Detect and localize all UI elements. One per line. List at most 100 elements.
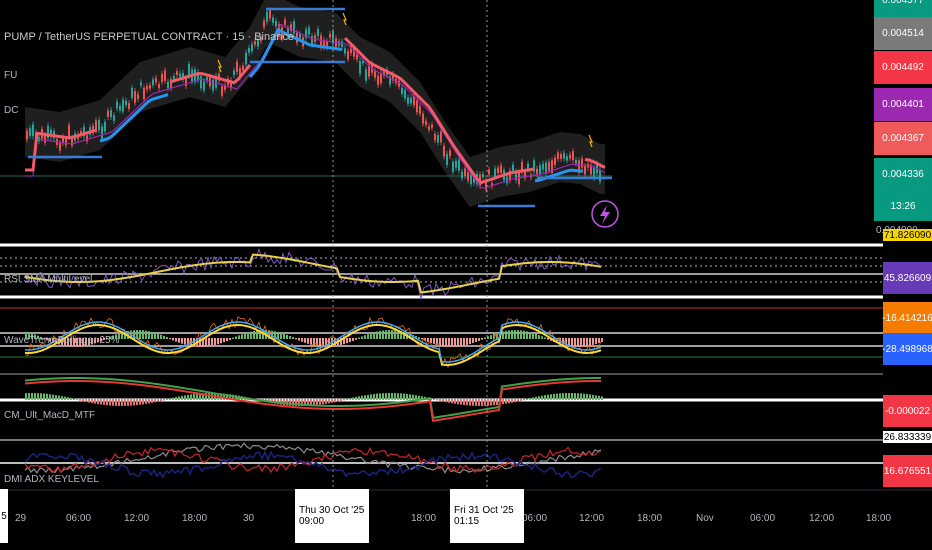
macd-histogram-bar <box>184 395 186 400</box>
macd-histogram-bar <box>520 399 522 401</box>
candle <box>452 161 454 172</box>
time-axis-label: Nov <box>696 513 714 524</box>
candle <box>416 100 418 113</box>
macd-histogram-bar <box>358 396 360 400</box>
macd-histogram-bar <box>544 395 546 400</box>
macd-histogram-bar <box>91 399 93 404</box>
candle <box>140 82 142 86</box>
wt-histogram-bar <box>166 337 168 339</box>
chart-canvas[interactable]: PUMP / TetherUS PERPETUAL CONTRACT · 15 … <box>0 0 932 550</box>
macd-histogram-bar <box>322 399 324 405</box>
candle <box>245 52 247 65</box>
macd-histogram-bar <box>433 398 435 400</box>
candle <box>200 76 202 89</box>
macd-histogram-bar <box>181 395 183 400</box>
wavetrend-pane[interactable] <box>0 307 883 369</box>
candle <box>308 27 310 35</box>
dmi-pane[interactable] <box>0 439 883 479</box>
wt-histogram-bar <box>382 330 384 339</box>
lightning-icon[interactable] <box>591 200 619 228</box>
wt-histogram-bar <box>535 333 537 339</box>
wt-histogram-bar <box>421 338 423 340</box>
candle <box>65 138 67 146</box>
macd-histogram-bar <box>82 399 84 402</box>
candle <box>179 73 181 77</box>
macd-histogram-bar <box>538 396 540 400</box>
wt-histogram-bar <box>154 332 156 339</box>
macd-histogram-bar <box>121 399 123 406</box>
candle <box>110 110 112 118</box>
wt-histogram-bar <box>163 335 165 339</box>
wt-histogram-bar <box>250 331 252 339</box>
wt-histogram-bar <box>172 338 174 341</box>
wt-histogram-bar <box>526 331 528 339</box>
candle <box>560 154 562 159</box>
macd-histogram-bar <box>55 395 57 400</box>
macd-histogram-bar <box>379 393 381 400</box>
trading-chart[interactable]: PUMP / TetherUS PERPETUAL CONTRACT · 15 … <box>0 0 932 550</box>
macd-histogram-bar <box>49 394 51 400</box>
wt-histogram-bar <box>307 338 309 344</box>
indicator-label-dmi[interactable]: DMI ADX KEYLEVEL <box>4 474 99 485</box>
macd-histogram-bar <box>589 394 591 400</box>
wt-histogram-bar <box>358 337 360 339</box>
candle <box>584 166 586 175</box>
macd-histogram-bar <box>502 399 504 405</box>
indicator-label-wt[interactable]: WaveTrend Bollinger 25% <box>4 335 120 346</box>
candle <box>158 84 160 88</box>
oscillator-tag: -0.000022 <box>883 395 932 427</box>
macd-histogram-bar <box>508 399 510 404</box>
candle <box>155 77 157 83</box>
macd-histogram-bar <box>28 393 30 400</box>
candle <box>248 48 250 53</box>
macd-histogram-bar <box>31 393 33 400</box>
wt-histogram-bar <box>217 338 219 345</box>
wt-histogram-bar <box>295 338 297 340</box>
wt-histogram-bar <box>394 330 396 339</box>
indicator-label-fu[interactable]: FU <box>4 70 17 81</box>
macd-histogram-bar <box>439 399 441 401</box>
indicator-label-dc[interactable]: DC <box>4 105 18 116</box>
wt-histogram-bar <box>151 331 153 339</box>
candle <box>185 77 187 87</box>
wt-histogram-bar <box>238 335 240 339</box>
wt-histogram-bar <box>577 338 579 347</box>
oscillator-tag: -28.498968 <box>882 333 932 365</box>
macd-histogram-bar <box>550 394 552 400</box>
macd-histogram-bar <box>340 399 342 401</box>
candle <box>128 103 130 109</box>
macd-histogram-bar <box>163 399 165 401</box>
indicator-label-rsi[interactable]: RSI SMA MultiLevel <box>4 274 92 285</box>
wt-histogram-bar <box>286 334 288 339</box>
wt-histogram-bar <box>598 338 600 343</box>
wt-histogram-bar <box>142 330 144 339</box>
candle <box>107 110 109 117</box>
macd-histogram-bar <box>136 399 138 406</box>
rsi-pane[interactable] <box>0 243 883 300</box>
time-axis-label: 06:00 <box>66 513 92 524</box>
macd-histogram-bar <box>109 399 111 406</box>
candle <box>137 94 139 99</box>
indicator-label-macd[interactable]: CM_Ult_MacD_MTF <box>4 410 95 421</box>
wt-histogram-bar <box>220 338 222 344</box>
chart-title: PUMP / TetherUS PERPETUAL CONTRACT · 15 … <box>4 31 294 43</box>
macd-histogram-bar <box>370 394 372 400</box>
macd-histogram-bar <box>595 395 597 400</box>
macd-histogram-bar <box>385 393 387 400</box>
macd-pane[interactable] <box>0 373 883 422</box>
macd-histogram-bar <box>382 393 384 400</box>
time-highlight-left: Thu 30 Oct '25 09:00 <box>295 489 369 543</box>
candle <box>263 20 265 28</box>
wt-histogram-bar <box>484 337 486 339</box>
macd-histogram-bar <box>325 399 327 404</box>
candle <box>428 126 430 130</box>
wt-histogram-bar <box>508 330 510 339</box>
time-axis-label: 18:00 <box>411 513 437 524</box>
time-axis-label: 30 <box>243 513 255 524</box>
macd-histogram-bar <box>115 399 117 406</box>
macd-histogram-bar <box>505 399 507 404</box>
oscillator-tag: 45.826609 <box>883 262 932 294</box>
macd-histogram-bar <box>397 393 399 400</box>
candle <box>359 61 361 74</box>
wt-histogram-bar <box>592 338 594 345</box>
